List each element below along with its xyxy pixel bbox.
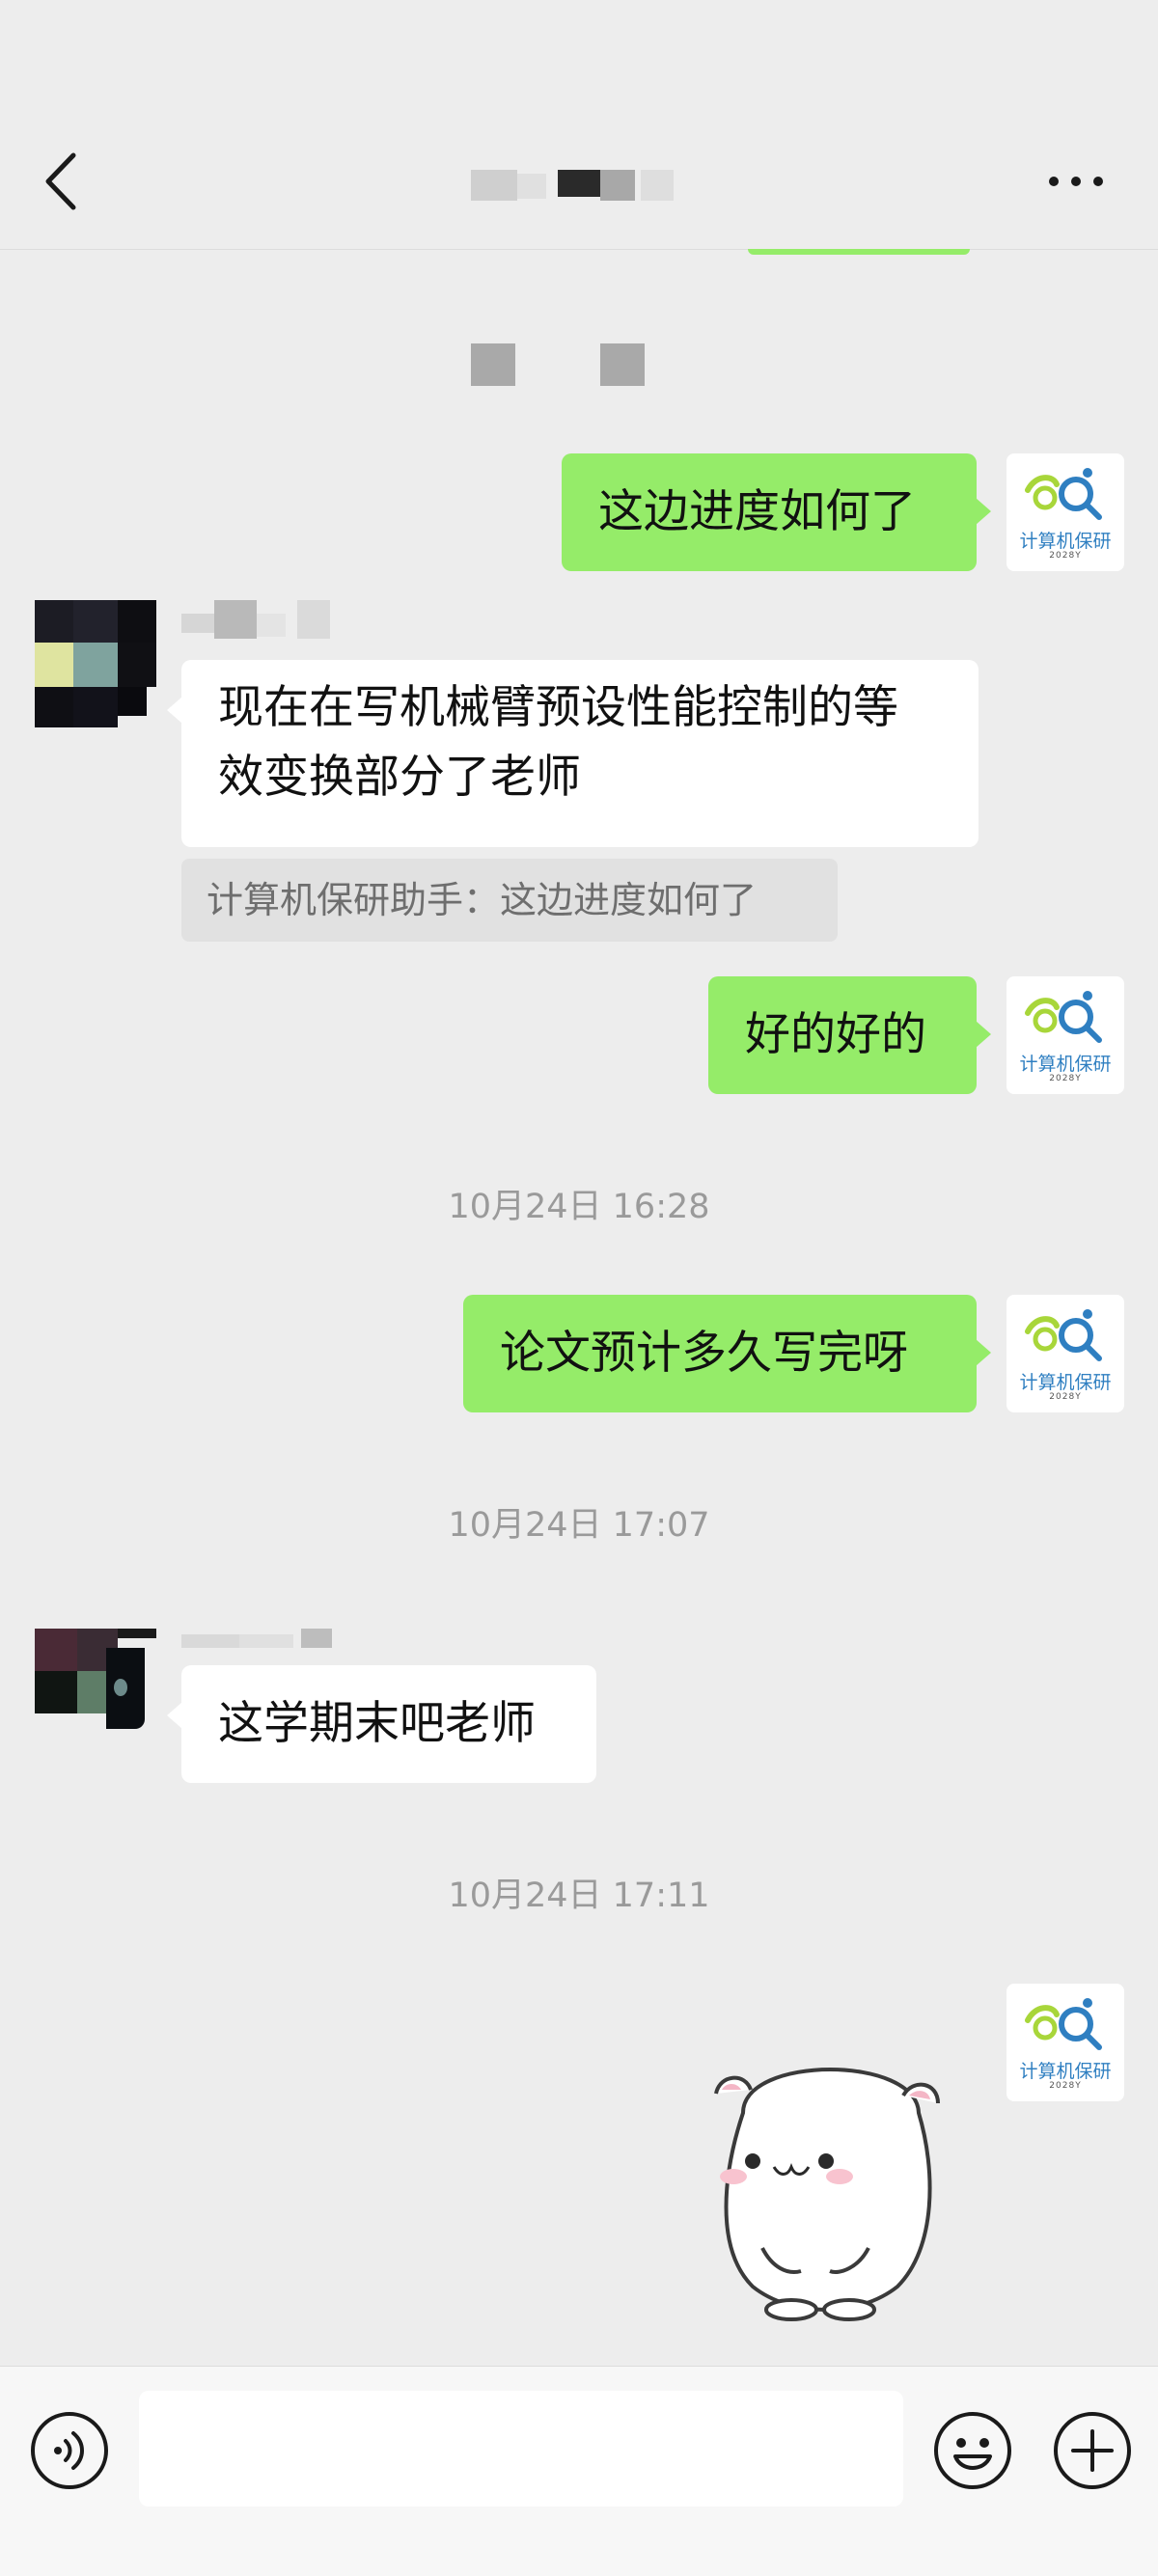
contact-avatar[interactable]: [35, 1629, 172, 1756]
my-avatar[interactable]: 计算机保研 2028Y: [1006, 1295, 1124, 1412]
quoted-reply[interactable]: 计算机保研助手：这边进度如何了: [181, 859, 838, 942]
contact-message-bubble[interactable]: 现在在写机械臂预设性能控制的等 效变换部分了老师: [167, 660, 979, 847]
logo-icon: [1025, 991, 1102, 1043]
logo-icon: [1025, 468, 1102, 520]
my-message-bubble[interactable]: 论文预计多久写完呀: [463, 1295, 991, 1412]
previous-message-fragment: [748, 249, 970, 255]
redacted-block: [471, 343, 515, 386]
redacted-block: [600, 343, 645, 386]
sender-name-redacted: [181, 600, 344, 639]
logo-text: 计算机保研: [1019, 1054, 1112, 1075]
logo-subtext: 2028Y: [1049, 1392, 1082, 1402]
my-message-bubble[interactable]: 好的好的: [708, 976, 991, 1094]
sticker-message[interactable]: [695, 2036, 965, 2329]
logo-text: 计算机保研: [1019, 2061, 1112, 2082]
logo-subtext: 2028Y: [1049, 1074, 1082, 1083]
logo-subtext: 2028Y: [1049, 2081, 1082, 2091]
contact-message-bubble[interactable]: 这学期末吧老师: [167, 1665, 596, 1783]
cute-blob-sticker-icon: [714, 2068, 940, 2321]
timestamp: 10月24日 16:28: [448, 1188, 710, 1226]
plus-icon[interactable]: [1052, 2410, 1133, 2495]
contact-avatar[interactable]: [35, 600, 172, 727]
my-avatar[interactable]: 计算机保研 2028Y: [1006, 453, 1124, 571]
voice-icon[interactable]: [29, 2410, 110, 2495]
my-avatar[interactable]: 计算机保研 2028Y: [1006, 1984, 1124, 2101]
top-bar: [0, 0, 1158, 250]
chevron-left-icon[interactable]: [39, 150, 87, 213]
contact-name-redacted: [471, 170, 689, 201]
message-line: 现在在写机械臂预设性能控制的等: [218, 681, 898, 734]
my-message-bubble[interactable]: 这边进度如何了: [562, 453, 991, 571]
logo-text: 计算机保研: [1019, 531, 1112, 552]
sender-name-redacted: [181, 1629, 345, 1667]
message-line: 效变换部分了老师: [218, 751, 581, 804]
message-input[interactable]: [139, 2391, 903, 2507]
more-dots-icon[interactable]: [1042, 164, 1110, 199]
logo-icon: [1025, 1309, 1102, 1361]
logo-subtext: 2028Y: [1049, 551, 1082, 561]
my-avatar[interactable]: 计算机保研 2028Y: [1006, 976, 1124, 1094]
chat-screen: 这边进度如何了 计算机保研 2028Y 现在在写机械臂预设性能控制的等 效变换部…: [0, 0, 1158, 2576]
smiley-icon[interactable]: [932, 2410, 1013, 2495]
timestamp: 10月24日 17:07: [448, 1506, 710, 1545]
logo-icon: [1025, 1998, 1102, 2050]
timestamp: 10月24日 17:11: [448, 1877, 710, 1915]
logo-text: 计算机保研: [1019, 1372, 1112, 1393]
